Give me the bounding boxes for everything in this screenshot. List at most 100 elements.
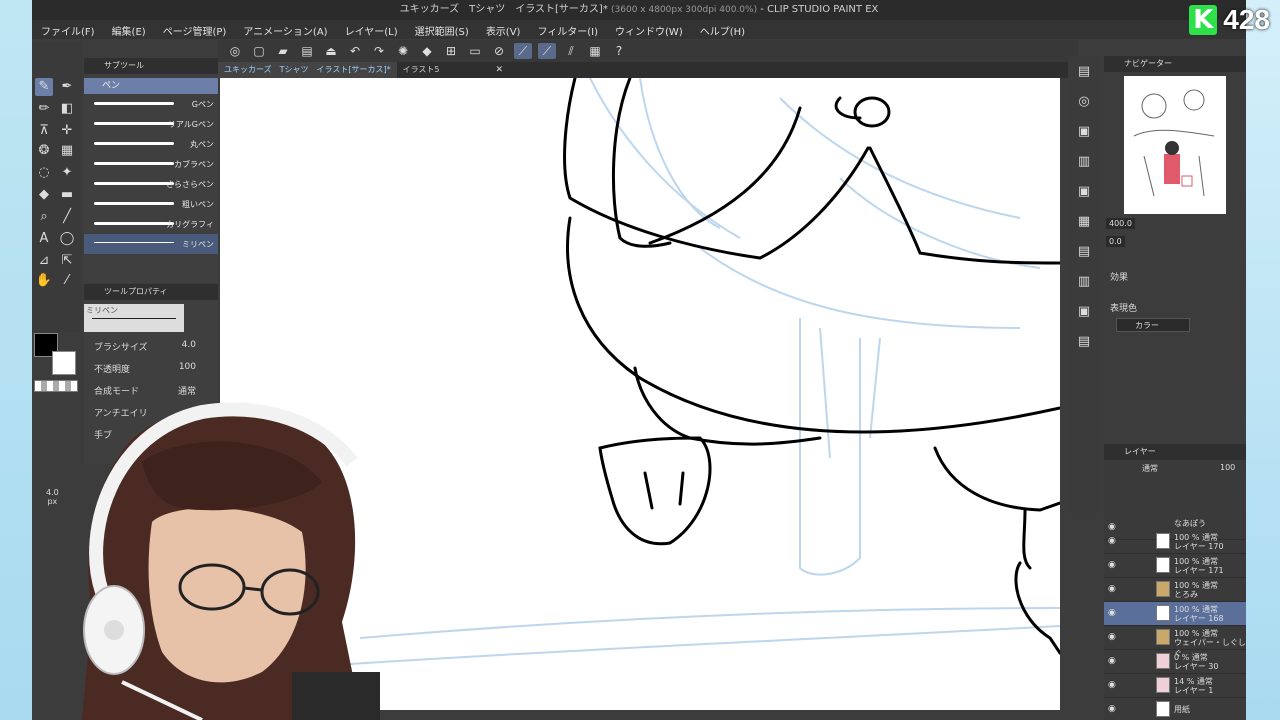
paper-layer-row[interactable]: ◉ 用紙 — [1104, 698, 1246, 720]
layer-row[interactable]: ◉ 0 % 通常 レイヤー 30 — [1104, 650, 1246, 674]
object-tool-icon[interactable]: ⇱ — [58, 252, 76, 270]
layer-row-selected[interactable]: ◉ 100 % 通常 レイヤー 168 — [1104, 602, 1246, 626]
menu-help[interactable]: ヘルプ(H) — [691, 20, 753, 39]
document-icon[interactable]: ▦ — [586, 43, 604, 59]
brush-sarasara-pen[interactable]: さらさらペン — [84, 174, 218, 194]
redo-icon[interactable]: ↷ — [370, 43, 388, 59]
menu-layer[interactable]: レイヤー(L) — [336, 20, 406, 39]
g-pen-tool-icon[interactable]: ✒ — [58, 78, 76, 96]
item-bank-icon[interactable]: ▥ — [1074, 272, 1094, 292]
gradient-tool-icon[interactable]: ▬ — [58, 186, 76, 204]
sub-view-icon[interactable]: ▤ — [1074, 242, 1094, 262]
brush-milli-pen[interactable]: ミリペン — [84, 234, 218, 254]
history-icon[interactable]: ▥ — [1074, 152, 1094, 172]
decoration-tool-icon[interactable]: ❂ — [35, 142, 53, 160]
eyedropper-tool-icon[interactable]: ⁄ — [58, 272, 76, 290]
layer-folder-row[interactable]: ◉ 100 % 通常 とろみ — [1104, 578, 1246, 602]
layer-row[interactable]: ◉ 14 % 通常 レイヤー 1 — [1104, 674, 1246, 698]
navigator-zoom-value[interactable]: 400.0 — [1106, 218, 1135, 229]
save-icon[interactable]: ▤ — [298, 43, 316, 59]
menu-page[interactable]: ページ管理(P) — [154, 20, 235, 39]
transparent-color-swatch[interactable] — [34, 380, 78, 392]
tab-circus-illustration[interactable]: ユキッカーズ Tシャツ イラスト[サーカス]* — [218, 62, 397, 78]
visibility-eye-icon[interactable]: ◉ — [1108, 584, 1116, 594]
background-color-swatch[interactable] — [52, 351, 76, 375]
auto-action-icon[interactable]: ▣ — [1074, 182, 1094, 202]
menu-window[interactable]: ウィンドウ(W) — [606, 20, 691, 39]
opacity-value[interactable]: 100 — [179, 362, 196, 372]
layer-blend-mode[interactable]: 通常 — [1142, 463, 1158, 474]
snap-ruler-icon[interactable]: ⟋ — [514, 43, 532, 59]
eraser-tool-icon[interactable]: ◧ — [58, 100, 76, 118]
layer-row[interactable]: ◉ 100 % 通常 レイヤー 170 — [1104, 530, 1246, 554]
blend-tool-icon[interactable]: ⊼ — [35, 122, 53, 140]
menu-view[interactable]: 表示(V) — [477, 20, 529, 39]
zoom-tool-icon[interactable]: ⌕ — [35, 208, 53, 226]
balloon-tool-icon[interactable]: ◯ — [58, 230, 76, 248]
snap-special-ruler-icon[interactable]: ⟋ — [538, 43, 556, 59]
visibility-eye-icon[interactable]: ◉ — [1108, 632, 1116, 642]
visibility-eye-icon[interactable]: ◉ — [1108, 536, 1116, 546]
layer-opacity[interactable]: 100 — [1220, 463, 1235, 472]
figure-tool-icon[interactable]: ⊿ — [35, 252, 53, 270]
navigator-icon[interactable]: ◎ — [1074, 92, 1094, 112]
material-icon[interactable]: ▤ — [1074, 62, 1094, 82]
pencil-tool-icon[interactable]: ✏ — [35, 100, 53, 118]
search-layer-icon[interactable]: ▤ — [1074, 332, 1094, 352]
brush-kabura-pen[interactable]: カブラペン — [84, 154, 218, 174]
brush-calligraphy[interactable]: カリグラフィ — [84, 214, 218, 234]
navigator-rotation-value[interactable]: 0.0 — [1106, 236, 1125, 247]
transform-icon[interactable]: ⊞ — [442, 43, 460, 59]
quick-access-icon[interactable]: ▣ — [1074, 302, 1094, 322]
menu-file[interactable]: ファイル(F) — [32, 20, 103, 39]
brush-real-g-pen[interactable]: リアルGペン — [84, 114, 218, 134]
help-icon[interactable]: ? — [610, 43, 628, 59]
export-icon[interactable]: ⏏ — [322, 43, 340, 59]
brush-size-row[interactable]: ブラシサイズ 4.0 — [84, 336, 218, 358]
hand-tool-icon[interactable]: ✋ — [35, 272, 53, 290]
lasso-tool-icon[interactable]: ◌ — [35, 164, 53, 182]
color-set-icon[interactable]: ▦ — [1074, 212, 1094, 232]
brush-maru-pen[interactable]: 丸ペン — [84, 134, 218, 154]
layer-row[interactable]: ◉ 100 % 通常 レイヤー 171 — [1104, 554, 1246, 578]
new-file-icon[interactable]: ▢ — [250, 43, 268, 59]
clip-studio-icon[interactable]: ◎ — [226, 43, 244, 59]
text-tool-icon[interactable]: A — [35, 230, 53, 248]
layer-property-icon[interactable]: ▣ — [1074, 122, 1094, 142]
snap-grid-icon[interactable]: ⫽ — [562, 43, 580, 59]
menu-edit[interactable]: 編集(E) — [103, 20, 154, 39]
pen-tool-icon[interactable]: ✎ — [35, 78, 53, 96]
stream-logo-icon: K — [1189, 5, 1218, 35]
fill-tool-icon[interactable]: ◆ — [35, 186, 53, 204]
layer-label-2: レイヤー 1 — [1174, 686, 1214, 695]
ruler-tool-icon[interactable]: ╱ — [58, 208, 76, 226]
expression-color-select[interactable]: カラー — [1116, 318, 1190, 332]
loading-icon[interactable]: ✺ — [394, 43, 412, 59]
tab-illust5[interactable]: イラスト5 — [397, 62, 446, 78]
fill-icon[interactable]: ◆ — [418, 43, 436, 59]
visibility-eye-icon[interactable]: ◉ — [1108, 704, 1116, 714]
opacity-row[interactable]: 不透明度 100 — [84, 358, 218, 380]
visibility-eye-icon[interactable]: ◉ — [1108, 656, 1116, 666]
frame-tool-icon[interactable]: ▦ — [58, 142, 76, 160]
navigator-thumbnail[interactable] — [1124, 76, 1226, 214]
deselect-icon[interactable]: ⊘ — [490, 43, 508, 59]
menu-filter[interactable]: フィルター(I) — [528, 20, 606, 39]
brush-size-value[interactable]: 4.0 — [182, 340, 196, 350]
visibility-eye-icon[interactable]: ◉ — [1108, 560, 1116, 570]
brush-g-pen[interactable]: Gペン — [84, 94, 218, 114]
open-folder-icon[interactable]: ▰ — [274, 43, 292, 59]
close-tab-icon[interactable]: ✕ — [496, 65, 504, 75]
layer-folder-row[interactable]: ◉ 100 % 通常 ウェイパー・しぐしぐ — [1104, 626, 1246, 658]
menu-selection[interactable]: 選択範囲(S) — [406, 20, 477, 39]
crop-icon[interactable]: ▭ — [466, 43, 484, 59]
menu-animation[interactable]: アニメーション(A) — [234, 20, 335, 39]
undo-icon[interactable]: ↶ — [346, 43, 364, 59]
visibility-eye-icon[interactable]: ◉ — [1108, 680, 1116, 690]
document-tab-bar: ユキッカーズ Tシャツ イラスト[サーカス]* イラスト5 ✕ — [218, 62, 1094, 78]
subtool-group-pen[interactable]: ペン — [84, 78, 218, 94]
visibility-eye-icon[interactable]: ◉ — [1108, 608, 1116, 618]
brush-rough-pen[interactable]: 粗いペン — [84, 194, 218, 214]
magic-wand-icon[interactable]: ✦ — [58, 164, 76, 182]
move-layer-icon[interactable]: ✛ — [58, 122, 76, 140]
